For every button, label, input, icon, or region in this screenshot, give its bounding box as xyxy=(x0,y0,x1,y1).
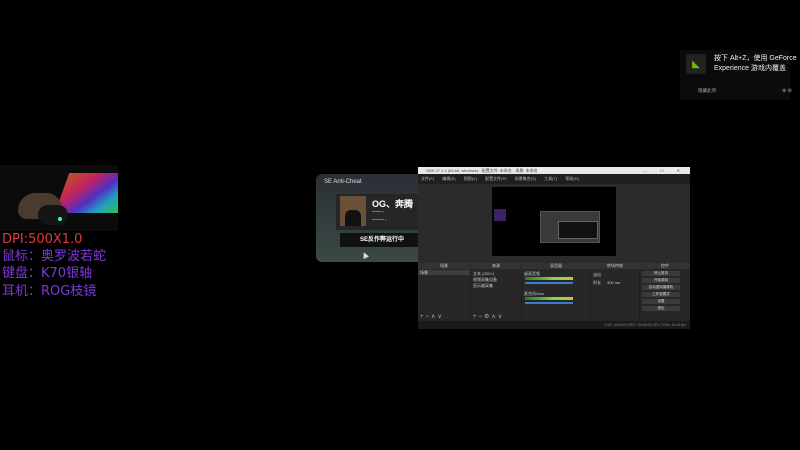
scenes-header: 场景 xyxy=(418,263,470,269)
transitions-header: 转场特效 xyxy=(591,263,639,269)
nvidia-icon: ◣ xyxy=(686,54,706,74)
notification-line2: Experience 游戏内覆盖 xyxy=(714,65,786,72)
settings-button[interactable]: 设置 xyxy=(642,299,680,304)
controls-header: 控件 xyxy=(640,263,690,269)
menu-help[interactable]: 帮助(H) xyxy=(565,176,579,181)
obs-statusbar: LIVE: 00:00:00 REC: 00:00:00 CPU: 3.5%, … xyxy=(418,321,690,329)
obs-preview[interactable] xyxy=(418,184,690,272)
preview-canvas[interactable] xyxy=(492,187,616,256)
menu-profile[interactable]: 配置文件(P) xyxy=(485,176,506,181)
menu-scene-collection[interactable]: 场景集合(S) xyxy=(515,176,536,181)
window-controls[interactable]: — ☐ ✕ xyxy=(643,167,686,174)
player-avatar xyxy=(340,196,366,226)
obs-title: OBS 27.1.3 (64-bit, windows) - 配置文件: 未命名… xyxy=(426,168,538,173)
controls-dock[interactable]: 控件 停止推流 开始录制 启动虚拟摄像机 工作室模式 设置 退出 xyxy=(640,263,690,321)
keyboard-label: 键盘：K70银轴 xyxy=(2,266,93,281)
sources-toolbar[interactable]: +−⚙∧∨ xyxy=(473,313,504,320)
dpi-label: DPI:500X1.0 xyxy=(2,232,83,247)
menu-tools[interactable]: 工具(T) xyxy=(544,176,557,181)
scenes-toolbar[interactable]: +−∧∨ xyxy=(420,313,444,320)
led-glow xyxy=(58,217,62,221)
mixer-header: 混音器 xyxy=(522,263,590,269)
info-row-2: ━━━━━ ▪ xyxy=(372,217,387,222)
sources-header: 来源 xyxy=(471,263,521,269)
obs-docks: 场景 场景 +−∧∨ 来源 文本 (GDI+) 视频采集设备 显示器采集 +−⚙… xyxy=(418,263,690,329)
scene-item[interactable]: 场景 xyxy=(420,270,428,276)
obs-window[interactable]: OBS 27.1.3 (64-bit, windows) - 配置文件: 未命名… xyxy=(418,167,690,329)
desktop-audio-meter xyxy=(525,277,573,280)
transition-type[interactable]: 淡出 xyxy=(593,272,601,278)
start-recording-button[interactable]: 开始录制 xyxy=(642,278,680,283)
mixer-dock[interactable]: 混音器 桌面音频 麦克风/Aux xyxy=(522,263,590,321)
se-title: SE Anti-Cheat xyxy=(324,179,362,185)
source-item-display[interactable]: 显示器采集 xyxy=(473,283,493,289)
obs-titlebar[interactable]: OBS 27.1.3 (64-bit, windows) - 配置文件: 未命名… xyxy=(418,167,690,174)
preview-nested-obs xyxy=(558,221,598,239)
exit-button[interactable]: 退出 xyxy=(642,306,680,311)
preview-overlay-text xyxy=(494,209,506,221)
duration-label: 时长 xyxy=(593,280,601,285)
obs-menubar[interactable]: 文件(F) 编辑(E) 视图(V) 配置文件(P) 场景集合(S) 工具(T) … xyxy=(418,175,690,183)
mouse-label: 鼠标：奥罗波若蛇 xyxy=(2,249,107,264)
webcam-feed xyxy=(0,165,118,231)
notification-icons[interactable]: ⊕ ⚙ xyxy=(782,88,792,94)
player-card: OG、奔腾 ━━━━ ▪ ━━━━━ ▪ xyxy=(336,194,426,230)
se-anticheat-window[interactable]: SE Anti-Cheat OG、奔腾 ━━━━ ▪ ━━━━━ ▪ SE反作弊… xyxy=(316,174,426,262)
menu-edit[interactable]: 编辑(E) xyxy=(442,176,455,181)
hide-link[interactable]: 隐藏此项 xyxy=(698,88,716,94)
desktop-audio-slider[interactable] xyxy=(525,282,573,284)
scenes-dock[interactable]: 场景 场景 +−∧∨ xyxy=(418,263,470,321)
geforce-notification[interactable]: ◣ 按下 Alt+Z，使用 GeForce Experience 游戏内覆盖 隐… xyxy=(680,50,797,100)
duration-input[interactable]: 300 ms xyxy=(607,280,620,285)
info-row-1: ━━━━ ▪ xyxy=(372,209,385,214)
transitions-dock[interactable]: 转场特效 淡出 时长 300 ms xyxy=(591,263,639,321)
virtual-camera-button[interactable]: 启动虚拟摄像机 xyxy=(642,285,680,290)
menu-view[interactable]: 视图(V) xyxy=(464,176,477,181)
stop-streaming-button[interactable]: 停止推流 xyxy=(642,271,680,276)
studio-mode-button[interactable]: 工作室模式 xyxy=(642,292,680,297)
notification-line1: 按下 Alt+Z，使用 GeForce xyxy=(714,55,797,62)
mic-audio-meter xyxy=(525,297,573,300)
mouse-image xyxy=(38,205,68,225)
sources-dock[interactable]: 来源 文本 (GDI+) 视频采集设备 显示器采集 +−⚙∧∨ xyxy=(471,263,521,321)
menu-file[interactable]: 文件(F) xyxy=(421,176,434,181)
headset-label: 耳机：ROG枝镜 xyxy=(2,284,97,299)
se-status-button[interactable]: SE反作弊运行中 xyxy=(340,233,424,247)
mic-audio-slider[interactable] xyxy=(525,302,573,304)
